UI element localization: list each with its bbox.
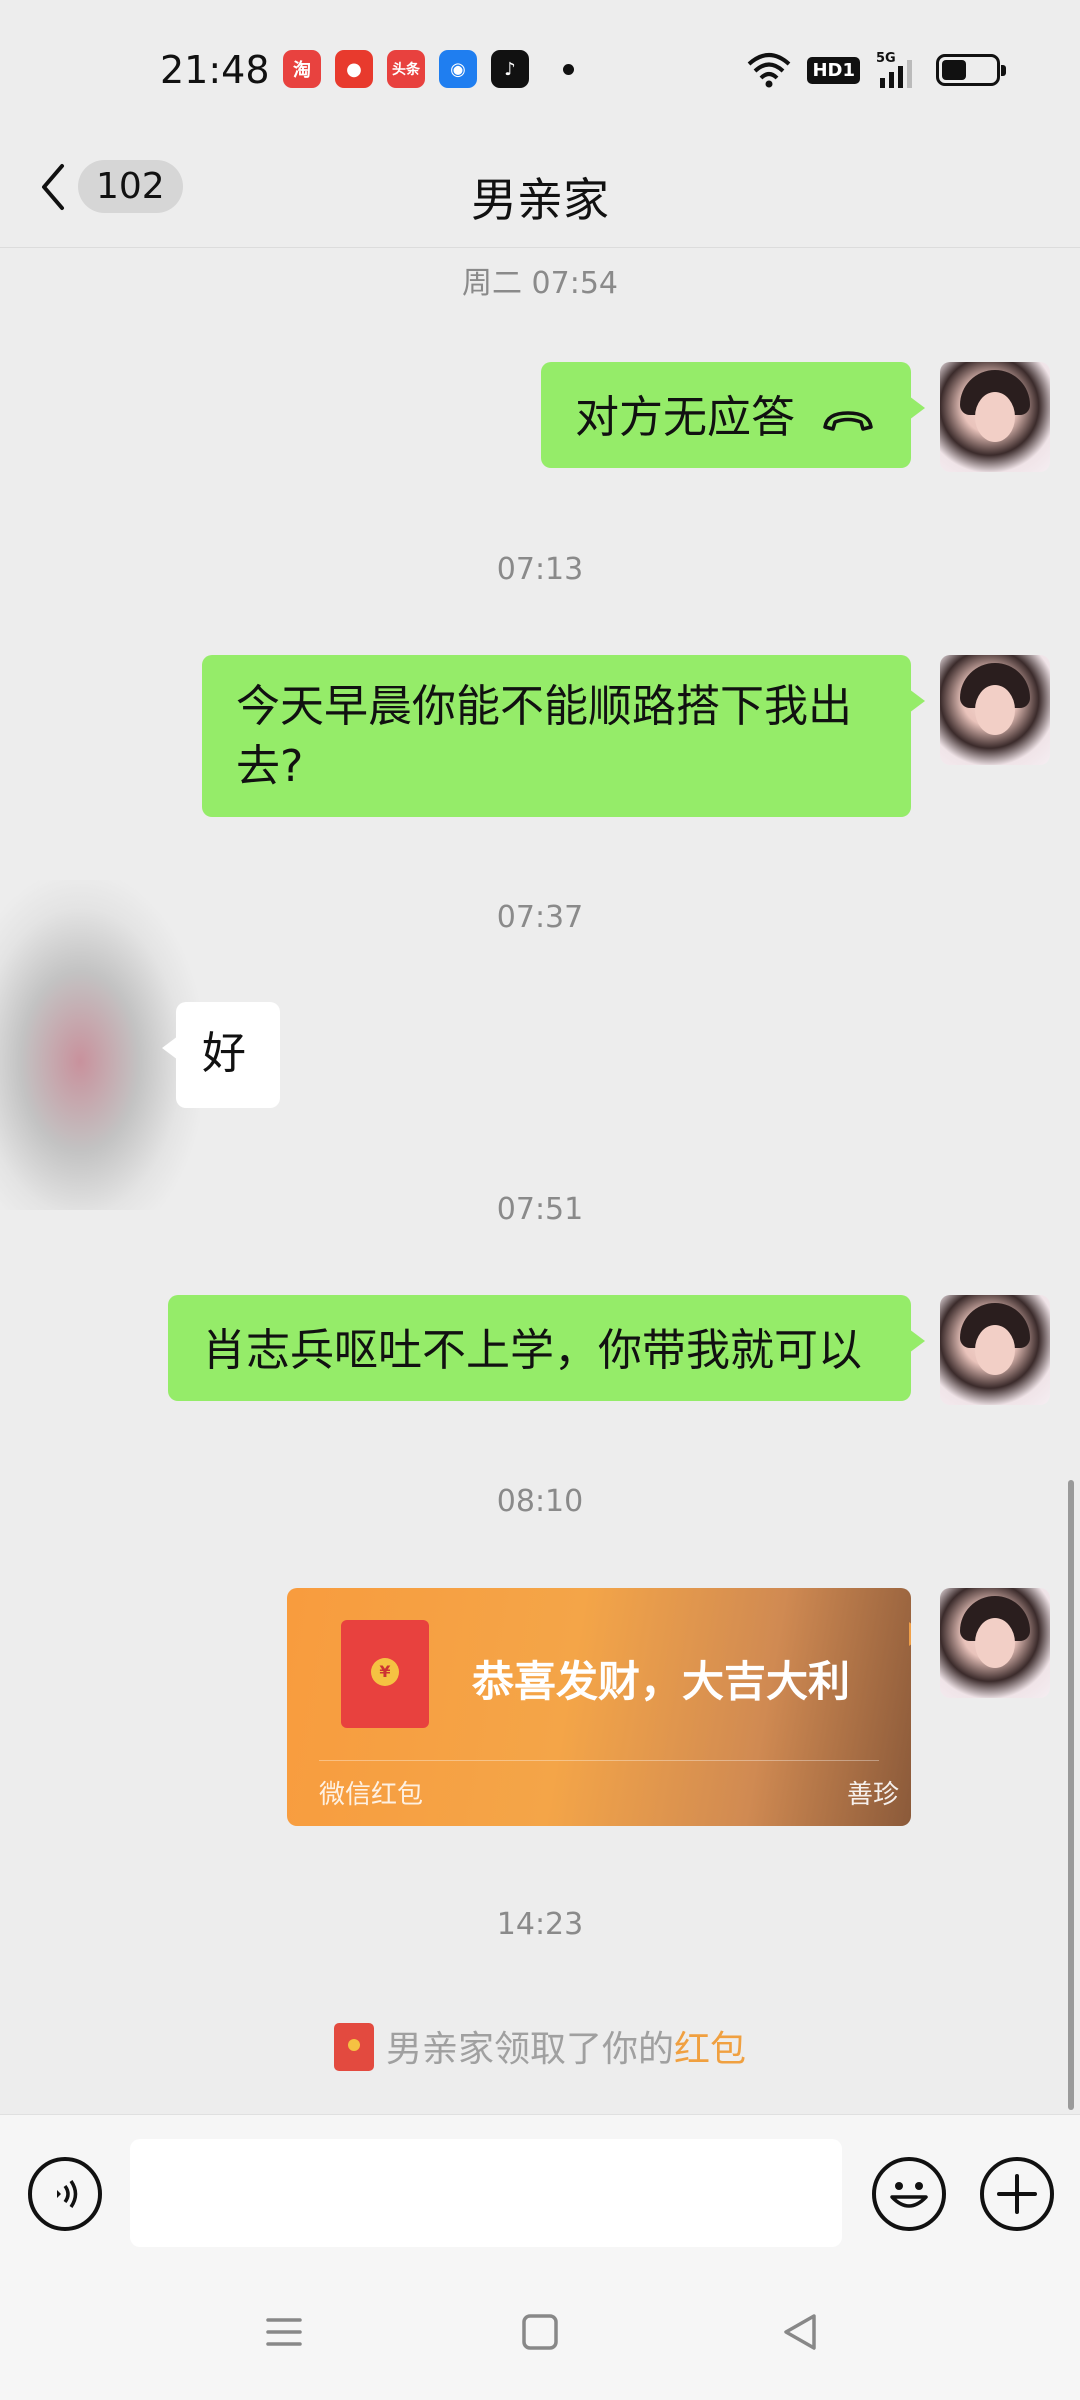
more-notifications-dot	[563, 64, 574, 75]
status-bar: 21:48 淘 ● 头条 ◉ ♪ HD1 5G	[0, 0, 1080, 140]
message-bubble[interactable]: 肖志兵呕吐不上学，你带我就可以	[168, 1295, 925, 1401]
system-message-text: 男亲家领取了你的	[385, 2029, 674, 2070]
battery-icon	[936, 54, 1006, 86]
message-bubble[interactable]: 好	[162, 1002, 280, 1108]
message-timestamp: 07:13	[496, 552, 584, 587]
input-bar	[0, 2114, 1080, 2278]
message-timestamp: 14:23	[496, 1907, 584, 1942]
missed-call-bubble[interactable]: 对方无应答	[541, 362, 925, 468]
red-packet-sender: 善珍	[846, 1780, 899, 1810]
message-text: 今天早晨你能不能顺路搭下我出去?	[236, 681, 852, 792]
system-message: 男亲家领取了你的红包	[0, 2020, 1080, 2075]
message-text: 好	[202, 1028, 246, 1079]
message-text: 肖志兵呕吐不上学，你带我就可以	[202, 1325, 862, 1376]
emoji-button[interactable]	[872, 2157, 946, 2231]
app-icon: ●	[335, 50, 373, 88]
message-timestamp: 周二 07:54	[462, 266, 618, 301]
message-bubble[interactable]: 今天早晨你能不能顺路搭下我出去?	[202, 655, 925, 817]
system-nav-bar	[0, 2278, 1080, 2400]
wifi-icon	[748, 53, 791, 88]
phone-hangup-icon	[823, 411, 873, 431]
notification-icons: 淘 ● 头条 ◉ ♪	[283, 50, 529, 88]
page-title: 男亲家	[471, 173, 609, 227]
red-envelope-icon: ¥	[341, 1620, 429, 1728]
avatar[interactable]	[940, 1295, 1050, 1405]
avatar[interactable]	[940, 655, 1050, 765]
chat-header: 102 男亲家	[0, 140, 1080, 248]
red-packet-greeting: 恭喜发财，大吉大利	[472, 1657, 851, 1706]
message-timestamp: 08:10	[496, 1484, 584, 1519]
status-time: 21:48	[160, 48, 270, 92]
status-indicators: HD1 5G	[747, 50, 1006, 90]
red-packet-link[interactable]: 红包	[674, 2029, 746, 2070]
avatar[interactable]	[940, 362, 1050, 472]
voice-icon	[57, 2180, 78, 2208]
plus-icon	[997, 2174, 1037, 2214]
red-envelope-icon	[333, 2023, 374, 2071]
tiktok-icon: ♪	[491, 50, 529, 88]
message-input[interactable]	[130, 2139, 842, 2247]
red-packet-card[interactable]: ¥ 恭喜发财，大吉大利 微信红包 善珍	[287, 1588, 911, 1826]
smiley-icon	[890, 2182, 928, 2208]
toutiao-icon: 头条	[387, 50, 425, 88]
avatar[interactable]	[940, 1588, 1050, 1698]
voice-input-button[interactable]	[28, 2157, 102, 2231]
back-nav-icon[interactable]	[780, 2312, 820, 2352]
message-text: 对方无应答	[575, 392, 795, 443]
taobao-icon: 淘	[283, 50, 321, 88]
signal-icon: 5G	[876, 51, 912, 88]
app-icon: ◉	[439, 50, 477, 88]
svg-text:5G: 5G	[876, 51, 896, 66]
divider	[319, 1760, 879, 1761]
menu-icon[interactable]	[264, 2312, 304, 2352]
more-actions-button[interactable]	[980, 2157, 1054, 2231]
message-timestamp: 07:51	[496, 1192, 584, 1227]
home-icon[interactable]	[520, 2312, 560, 2352]
red-packet-source: 微信红包	[319, 1780, 424, 1810]
hd-icon: HD1	[807, 56, 860, 84]
scrollbar[interactable]	[1068, 1480, 1074, 2110]
